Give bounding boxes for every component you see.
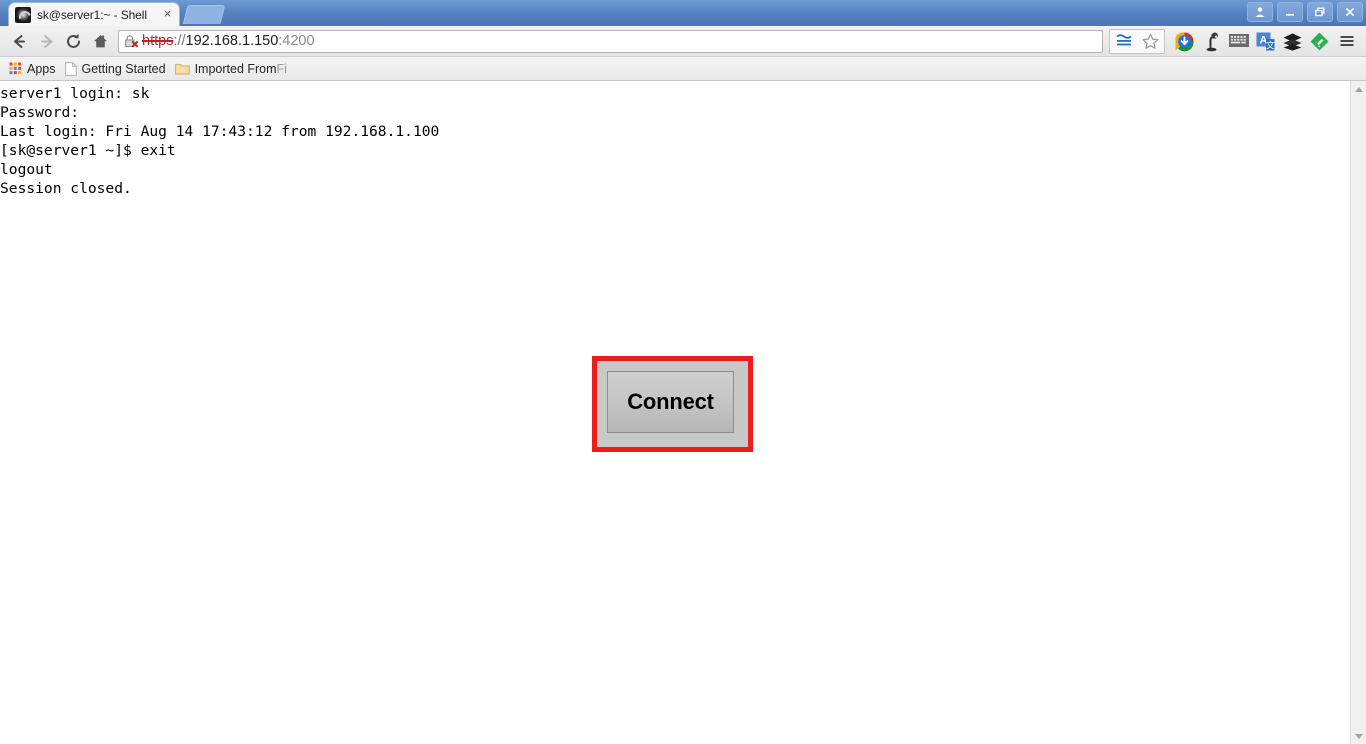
terminal-output: server1 login: sk Password: Last login: …: [0, 85, 440, 197]
insecure-lock-icon: [125, 35, 139, 48]
maximize-button[interactable]: [1307, 2, 1333, 22]
new-tab-button[interactable]: [182, 5, 226, 24]
scrollbar-up-arrow-icon[interactable]: [1351, 81, 1366, 97]
chrome-download-extension-icon[interactable]: [1171, 28, 1198, 54]
person-icon: [1255, 7, 1265, 17]
feedly-extension-icon[interactable]: [1306, 28, 1333, 54]
address-bar[interactable]: https://192.168.1.150:4200: [118, 29, 1103, 53]
page-icon: [64, 61, 77, 76]
forward-arrow-icon: [41, 34, 53, 48]
url-port: :4200: [278, 33, 315, 49]
page-content: server1 login: sk Password: Last login: …: [0, 81, 1366, 744]
url-text: https://192.168.1.150:4200: [142, 33, 315, 49]
folder-icon: [174, 62, 190, 75]
connect-button-highlight-annotation: Connect: [592, 356, 753, 452]
home-icon: [94, 34, 107, 47]
maximize-icon: [1315, 7, 1325, 17]
url-separator: ://: [173, 33, 186, 49]
connect-button[interactable]: Connect: [607, 371, 734, 433]
toolbar-icons: A 文: [1109, 28, 1360, 54]
bookmarks-bar: Apps Getting Started Imported From Fi: [0, 57, 1366, 81]
bookmark-imported-label-truncated: Fi: [276, 61, 287, 76]
keyboard-extension-icon[interactable]: [1225, 28, 1252, 54]
apps-grid-icon: [9, 62, 22, 75]
bookmark-getting-started[interactable]: Getting Started: [62, 59, 172, 79]
scrollbar-down-arrow-icon[interactable]: [1351, 728, 1366, 744]
bookmark-imported-label: Imported From: [194, 61, 277, 76]
home-button[interactable]: [87, 28, 114, 54]
svg-text:文: 文: [1266, 39, 1275, 50]
minimize-button[interactable]: [1277, 2, 1303, 22]
desk-lamp-extension-icon[interactable]: [1198, 28, 1225, 54]
reload-icon: [67, 33, 80, 48]
close-icon: [1345, 7, 1355, 17]
close-button[interactable]: [1337, 2, 1363, 22]
minimize-icon: [1286, 14, 1294, 16]
url-host: 192.168.1.150: [185, 33, 279, 49]
bookmark-apps-label: Apps: [27, 61, 56, 76]
shell-in-a-box-icon: [15, 6, 31, 23]
forward-button[interactable]: [33, 28, 60, 54]
wave-lines-extension-icon[interactable]: [1110, 28, 1137, 54]
bookmark-star-icon[interactable]: [1137, 28, 1164, 54]
browser-toolbar: https://192.168.1.150:4200 A 文: [0, 26, 1366, 57]
browser-tab-active[interactable]: sk@server1:~ - Shell ×: [8, 2, 180, 26]
page-scrollbar[interactable]: [1350, 81, 1366, 744]
hamburger-menu-icon[interactable]: [1333, 28, 1360, 54]
back-button[interactable]: [6, 28, 33, 54]
window-controls: [1247, 2, 1363, 22]
tab-strip: sk@server1:~ - Shell ×: [0, 0, 1366, 26]
translate-extension-icon[interactable]: A 文: [1252, 28, 1279, 54]
browser-window: sk@server1:~ - Shell × https://192.168.1…: [0, 0, 1366, 744]
reload-button[interactable]: [60, 28, 87, 54]
bookmark-getting-started-label: Getting Started: [81, 61, 166, 76]
bookmark-imported-from-firefox[interactable]: Imported From Fi: [172, 59, 293, 79]
back-arrow-icon: [14, 34, 25, 48]
url-scheme: https: [142, 33, 174, 49]
layers-extension-icon[interactable]: [1279, 28, 1306, 54]
tab-title: sk@server1:~ - Shell: [37, 7, 147, 22]
tab-close-icon[interactable]: ×: [160, 7, 175, 22]
omnibox-action-group: [1109, 28, 1165, 54]
bookmark-apps[interactable]: Apps: [6, 59, 62, 79]
profile-button[interactable]: [1247, 2, 1273, 22]
